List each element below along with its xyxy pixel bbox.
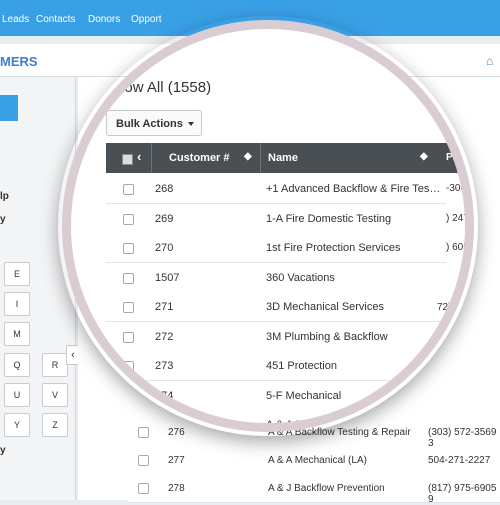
row-checkbox[interactable]	[123, 332, 134, 343]
alpha-filter-r[interactable]: R	[42, 353, 68, 377]
table-row[interactable]: 268 +1 Advanced Backflow & Fire Tes…	[106, 174, 446, 204]
table-row[interactable]: 269 1-A Fire Domestic Testing	[106, 204, 446, 234]
phone-home: -300-5590	[446, 183, 470, 194]
customer-number: 273	[155, 360, 174, 372]
table-row[interactable]: 277 A & A Mechanical (LA) 504-271-2227	[128, 446, 500, 475]
section-title: MERS	[0, 54, 38, 69]
row-checkbox[interactable]	[123, 391, 134, 402]
alpha-filter-i[interactable]: I	[4, 292, 30, 316]
customer-number: 278	[168, 483, 185, 494]
home-icon[interactable]: ⌂	[486, 54, 498, 68]
row-checkbox[interactable]	[123, 243, 134, 254]
sidebar-label: y	[0, 445, 6, 456]
phone-home: ) 605-7032 9	[446, 242, 473, 253]
nav-item-contacts[interactable]: Contacts	[36, 14, 75, 25]
phone-home: (817) 975-6905 9	[428, 483, 497, 505]
caret-down-icon	[187, 122, 194, 127]
bulk-actions-button[interactable]: Bulk Actions	[106, 110, 202, 136]
customer-name[interactable]: 3M Plumbing & Backflow	[266, 331, 388, 343]
column-header-name[interactable]: Name	[268, 152, 298, 164]
row-checkbox[interactable]	[123, 214, 134, 225]
customer-number: 1507	[155, 272, 180, 284]
alpha-filter-v[interactable]: V	[42, 383, 68, 407]
row-checkbox[interactable]	[123, 273, 134, 284]
table-row[interactable]: 278 A & J Backflow Prevention (817) 975-…	[128, 474, 500, 505]
alpha-filter-e[interactable]: E	[4, 262, 30, 286]
customer-name[interactable]: 1st Fire Protection Services	[266, 242, 401, 254]
table-row[interactable]: 273 451 Protection	[106, 351, 446, 381]
nav-item-opportunities[interactable]: Opport	[131, 14, 162, 25]
customer-number: 270	[155, 242, 174, 254]
customer-name[interactable]: +1 Advanced Backflow & Fire Tes…	[266, 183, 440, 195]
alpha-filter-q[interactable]: Q	[4, 353, 30, 377]
customer-number: 274	[155, 390, 174, 402]
table-row[interactable]: 1507 360 Vacations	[106, 263, 446, 293]
row-checkbox[interactable]	[138, 483, 149, 494]
row-checkbox[interactable]	[123, 361, 134, 372]
customer-name[interactable]: 1-A Fire Domestic Testing	[266, 213, 391, 225]
column-header-customer[interactable]: Customer #	[169, 152, 230, 164]
row-checkbox[interactable]	[138, 455, 149, 466]
phone-home: ) 247-4799 8	[446, 213, 473, 224]
chevron-left-icon[interactable]: ‹	[137, 149, 141, 164]
customer-number: 269	[155, 213, 174, 225]
customer-name[interactable]: 5-F Mechanical	[266, 390, 341, 402]
customer-name[interactable]: 3D Mechanical Services	[266, 301, 384, 313]
sidebar-label: lp	[0, 191, 9, 202]
nav-item-donors[interactable]: Donors	[88, 14, 120, 25]
sort-icon[interactable]: ◆	[420, 151, 428, 162]
customer-number: 268	[155, 183, 174, 195]
sort-icon[interactable]: ◆	[244, 151, 252, 162]
customer-number: 276	[168, 427, 185, 438]
page-title: Show All (1558)	[106, 79, 212, 96]
alpha-filter-z[interactable]: Z	[42, 413, 68, 437]
row-checkbox[interactable]	[123, 184, 134, 195]
table-row[interactable]: 274 5-F Mechanical	[106, 381, 446, 411]
table-row[interactable]: 272 3M Plumbing & Backflow	[106, 322, 446, 352]
customer-name[interactable]: A & A Mechanical (LA)	[268, 455, 367, 466]
magnifier-lens: Show All (1558) Bulk Actions ‹ Customer …	[62, 20, 474, 432]
row-checkbox[interactable]	[123, 302, 134, 313]
customer-name[interactable]: A & J Backflow Prevention	[268, 483, 385, 494]
nav-item-leads[interactable]: Leads	[2, 14, 29, 25]
column-divider	[260, 143, 261, 173]
select-all-checkbox[interactable]	[122, 154, 133, 165]
column-divider	[151, 143, 152, 173]
table-row[interactable]: 270 1st Fire Protection Services	[106, 233, 446, 263]
sidebar-label: y	[0, 214, 6, 225]
table-header: ‹ Customer # ◆ Name ◆	[106, 143, 446, 173]
alpha-filter-u[interactable]: U	[4, 383, 30, 407]
customer-name[interactable]: 451 Protection	[266, 360, 337, 372]
bulk-actions-label: Bulk Actions	[116, 118, 183, 130]
table-row[interactable]: 271 3D Mechanical Services	[106, 292, 446, 322]
customer-number: 277	[168, 455, 185, 466]
customer-number: 271	[155, 301, 174, 313]
alpha-filter-y[interactable]: Y	[4, 413, 30, 437]
phone-home: 504-271-2227	[428, 455, 491, 466]
customer-number: 272	[155, 331, 174, 343]
sidebar-primary-button[interactable]	[0, 95, 18, 121]
row-checkbox[interactable]	[138, 427, 149, 438]
alpha-filter-m[interactable]: M	[4, 322, 30, 346]
customer-name[interactable]: 360 Vacations	[266, 272, 335, 284]
